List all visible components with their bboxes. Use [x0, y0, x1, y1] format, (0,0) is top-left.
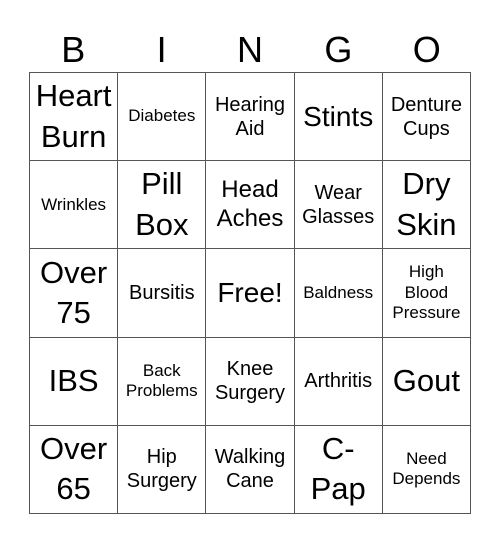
bingo-cell[interactable]: Baldness: [294, 249, 383, 338]
bingo-cell[interactable]: High Blood Pressure: [382, 249, 471, 338]
bingo-cell[interactable]: Walking Cane: [206, 425, 295, 514]
header-letter-o: O: [412, 29, 441, 70]
header-letter-b: B: [61, 29, 86, 70]
bingo-cell[interactable]: Over 75: [30, 249, 119, 338]
header-letter-n: N: [236, 29, 263, 70]
bingo-cell[interactable]: Knee Surgery: [206, 337, 295, 426]
bingo-cell[interactable]: Over 65: [30, 425, 119, 514]
bingo-cell[interactable]: Pill Box: [118, 161, 207, 250]
bingo-header: B I N G O: [29, 28, 471, 72]
bingo-cell[interactable]: Back Problems: [118, 337, 207, 426]
free-space-cell[interactable]: Free!: [206, 249, 295, 338]
bingo-cell[interactable]: Hip Surgery: [118, 425, 207, 514]
bingo-cell[interactable]: Bursitis: [118, 249, 207, 338]
bingo-cell[interactable]: Arthritis: [294, 337, 383, 426]
bingo-cell[interactable]: Hearing Aid: [206, 73, 295, 162]
bingo-cell[interactable]: Wear Glasses: [294, 161, 383, 250]
bingo-cell[interactable]: Denture Cups: [382, 73, 471, 162]
bingo-cell[interactable]: Wrinkles: [30, 161, 119, 250]
bingo-cell[interactable]: Stints: [294, 73, 383, 162]
bingo-cell[interactable]: Head Aches: [206, 161, 295, 250]
header-letter-g: G: [324, 29, 353, 70]
bingo-card-grid: Heart Burn Diabetes Hearing Aid Stints D…: [29, 72, 471, 514]
header-letter-i: I: [156, 29, 167, 70]
bingo-cell[interactable]: Dry Skin: [382, 161, 471, 250]
bingo-cell[interactable]: Need Depends: [382, 425, 471, 514]
bingo-cell[interactable]: C- Pap: [294, 425, 383, 514]
bingo-cell[interactable]: Gout: [382, 337, 471, 426]
bingo-cell[interactable]: Diabetes: [118, 73, 207, 162]
bingo-cell[interactable]: Heart Burn: [30, 73, 119, 162]
bingo-cell[interactable]: IBS: [30, 337, 119, 426]
